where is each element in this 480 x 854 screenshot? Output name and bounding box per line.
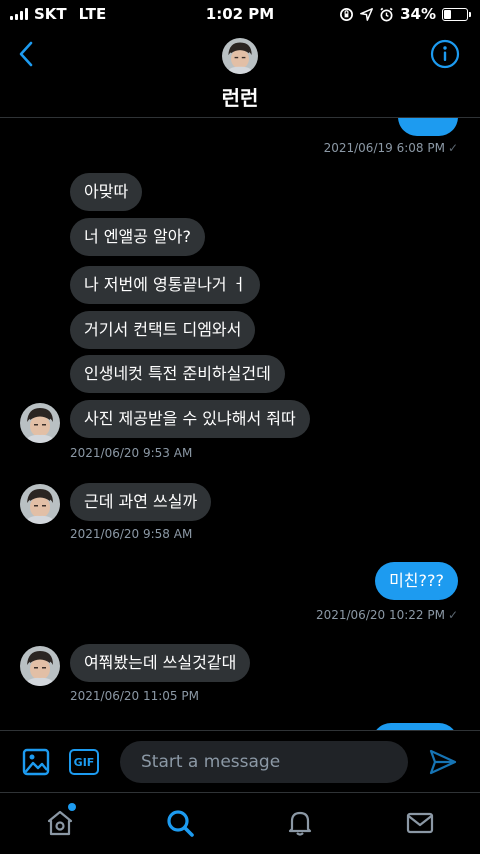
- message-bubble-incoming[interactable]: 사진 제공받을 수 있냐해서 줘따: [70, 400, 310, 438]
- location-icon: [360, 7, 374, 21]
- info-button[interactable]: [430, 39, 460, 69]
- sender-avatar[interactable]: [20, 484, 60, 524]
- sender-avatar[interactable]: [20, 646, 60, 686]
- conversation-header: 런런: [0, 30, 480, 118]
- message-bubble-incoming[interactable]: 거기서 컨택트 디엠와서: [70, 311, 256, 349]
- message-timestamp: 2021/06/20 11:05 PM: [70, 689, 199, 703]
- message-bubble-incoming[interactable]: 나 저번에 영통끝나거 ㅓ: [70, 266, 261, 304]
- message-bubble-incoming[interactable]: 인생네컷 특전 준비하실건데: [70, 355, 285, 393]
- message-bubble-outgoing[interactable]: [372, 723, 458, 730]
- tab-search[interactable]: [164, 807, 196, 839]
- message-bubble-incoming[interactable]: 너 엔앨공 알아?: [70, 218, 205, 256]
- avatar-image: [222, 38, 258, 74]
- conversation-name: 런런: [221, 86, 259, 110]
- sender-avatar[interactable]: [20, 403, 60, 443]
- search-icon: [167, 810, 194, 837]
- message-bubble-outgoing[interactable]: 미친???: [375, 562, 458, 600]
- notification-dot: [68, 803, 76, 811]
- orientation-lock-icon: [340, 7, 354, 21]
- message-composer: GIF: [0, 730, 480, 792]
- message-timestamp: 2021/06/19 6:08 PM ✓: [323, 141, 458, 155]
- message-input[interactable]: [120, 741, 408, 783]
- home-icon: [47, 810, 73, 836]
- message-bubble-incoming[interactable]: 근데 과연 쓰실까: [70, 483, 212, 521]
- message-bubble-outgoing[interactable]: [398, 118, 458, 136]
- avatar-image: [20, 403, 60, 443]
- status-bar: SKT LTE 1:02 PM 34%: [0, 0, 480, 30]
- message-timestamp: 2021/06/20 9:53 AM: [70, 446, 193, 460]
- info-icon: [430, 39, 460, 69]
- battery-icon: [442, 7, 471, 21]
- message-timestamp: 2021/06/20 9:58 AM: [70, 527, 193, 541]
- message-timestamp: 2021/06/20 10:22 PM ✓: [315, 608, 458, 622]
- message-list[interactable]: 2021/06/19 6:08 PM ✓ 아맞따 너 엔앨공 알아? 나 저번에 …: [0, 118, 480, 730]
- avatar-image: [20, 646, 60, 686]
- tab-notifications[interactable]: [284, 807, 316, 839]
- send-button[interactable]: [428, 748, 458, 776]
- add-image-button[interactable]: [22, 747, 52, 777]
- message-bubble-incoming[interactable]: 여쭤봤는데 쓰실것같대: [70, 644, 251, 682]
- avatar-image: [20, 484, 60, 524]
- tab-home[interactable]: [44, 803, 76, 839]
- chevron-left-icon: [19, 41, 33, 67]
- battery-percent: 34%: [400, 5, 436, 23]
- header-avatar[interactable]: [222, 38, 258, 74]
- bottom-tab-bar: [0, 792, 480, 854]
- send-icon: [429, 749, 457, 775]
- alarm-icon: [380, 7, 393, 21]
- gif-button[interactable]: GIF: [69, 749, 99, 775]
- bell-icon: [288, 811, 312, 836]
- image-icon: [22, 748, 50, 776]
- tab-messages[interactable]: [404, 807, 436, 839]
- back-button[interactable]: [10, 38, 42, 70]
- status-right: 34%: [339, 5, 471, 23]
- message-bubble-incoming[interactable]: 아맞따: [70, 173, 143, 211]
- mail-icon: [406, 812, 434, 834]
- battery-fill: [444, 9, 452, 19]
